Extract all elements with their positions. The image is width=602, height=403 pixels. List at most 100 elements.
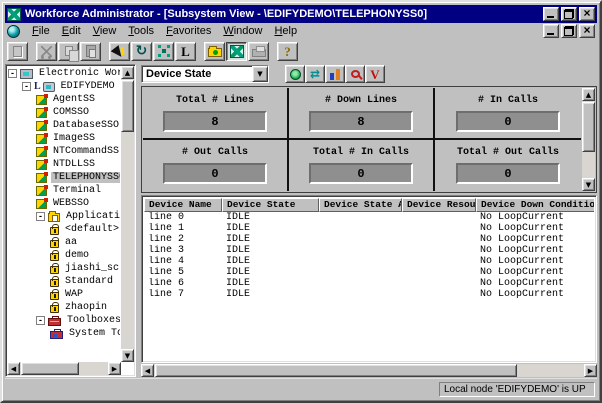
minimize-button[interactable]	[543, 7, 559, 21]
view-selector-combobox[interactable]: Device State ▼	[141, 65, 269, 83]
table-row[interactable]: line 0 IDLE No LoopCurrent	[144, 212, 594, 223]
scroll-thumb[interactable]	[121, 80, 134, 132]
copy-button[interactable]	[58, 42, 79, 61]
expander-icon[interactable]: -	[36, 316, 45, 325]
stats-vertical-scrollbar[interactable]: ▲ ▼	[582, 88, 595, 191]
main-area: - Electronic Workfor - L EDIFYDEMO Agent…	[5, 63, 597, 377]
table-row[interactable]: line 5 IDLE No LoopCurrent	[144, 267, 594, 278]
stat-value: 8	[309, 111, 413, 132]
select-mode-button[interactable]	[109, 42, 130, 61]
subsystem-view-panel: Device State ▼ V Total # Lines 8	[141, 64, 597, 377]
cut-button[interactable]	[36, 42, 57, 61]
tree-item-application[interactable]: - Application	[8, 210, 120, 223]
scroll-thumb[interactable]	[21, 362, 79, 375]
tree-vertical-scrollbar[interactable]: ▲ ▼	[121, 66, 134, 362]
subsystem-icon	[36, 147, 47, 157]
tree-item-app[interactable]: demo	[8, 249, 120, 262]
tree-item-subsystem[interactable]: NTDLLSS	[8, 158, 120, 171]
tree-item-subsystem[interactable]: WEBSSO	[8, 197, 120, 210]
table-row[interactable]: line 2 IDLE No LoopCurrent	[144, 234, 594, 245]
scroll-right-arrow[interactable]: ▶	[584, 364, 597, 377]
menu-window[interactable]: Window	[217, 24, 268, 38]
help-button[interactable]: ?	[277, 42, 298, 61]
tree-item-subsystem[interactable]: NTCommandSS	[8, 145, 120, 158]
stat-value: 0	[309, 163, 413, 184]
expander-icon[interactable]: -	[8, 69, 17, 78]
print-button[interactable]	[248, 42, 269, 61]
scroll-down-arrow[interactable]: ▼	[582, 178, 595, 191]
child-window-icon[interactable]	[7, 25, 20, 38]
header-device-state[interactable]: Device State	[222, 198, 319, 212]
paste-button[interactable]	[80, 42, 101, 61]
tree-item-subsystem[interactable]: COMSSO	[8, 106, 120, 119]
child-minimize-button[interactable]	[543, 24, 559, 38]
header-device-name[interactable]: Device Name	[144, 198, 222, 212]
close-button[interactable]	[579, 7, 595, 21]
tree-item-node[interactable]: - L EDIFYDEMO	[8, 80, 120, 93]
title-bar: Workforce Administrator - [Subsystem Vie…	[5, 5, 597, 23]
tree-item-root[interactable]: - Electronic Workfor	[8, 67, 120, 80]
restore-button[interactable]	[561, 7, 577, 21]
menu-edit[interactable]: Edit	[56, 24, 87, 38]
tree-item-toolboxes[interactable]: - Toolboxes	[8, 314, 120, 327]
menu-help[interactable]: Help	[268, 24, 303, 38]
chevron-down-icon[interactable]: ▼	[252, 66, 268, 82]
menu-favorites[interactable]: Favorites	[160, 24, 217, 38]
expander-icon[interactable]: -	[36, 212, 45, 221]
scroll-thumb[interactable]	[582, 102, 595, 152]
expand-view-button[interactable]	[153, 42, 174, 61]
chart-button[interactable]	[325, 65, 345, 83]
network-status-button[interactable]	[285, 65, 305, 83]
tree-horizontal-scrollbar[interactable]: ◀ ▶	[7, 362, 121, 375]
subsystem-view-button[interactable]	[226, 42, 247, 61]
table-row[interactable]: line 7 IDLE No LoopCurrent	[144, 289, 594, 300]
scroll-down-arrow[interactable]: ▼	[121, 349, 134, 362]
header-device-resource[interactable]: Device Resou...	[402, 198, 476, 212]
subsystem-icon	[36, 134, 47, 144]
menu-file[interactable]: File	[26, 24, 56, 38]
monitor-tool-button[interactable]	[345, 65, 365, 83]
tree-item-app[interactable]: Standard	[8, 275, 120, 288]
tree-item-app[interactable]: zhaopin	[8, 301, 120, 314]
tree-item-app[interactable]: aa	[8, 236, 120, 249]
tree-item-system-toolbox[interactable]: System To	[8, 327, 120, 340]
table-row[interactable]: line 1 IDLE No LoopCurrent	[144, 223, 594, 234]
menu-view[interactable]: View	[87, 24, 123, 38]
open-folder-button[interactable]	[204, 42, 225, 61]
table-row[interactable]: line 3 IDLE No LoopCurrent	[144, 245, 594, 256]
refresh-button[interactable]	[131, 42, 152, 61]
header-device-state-attr[interactable]: Device State A...	[319, 198, 402, 212]
child-close-button[interactable]	[579, 24, 595, 38]
sync-arrows-icon	[310, 65, 320, 83]
main-toolbar: L ?	[5, 39, 597, 63]
folder-icon	[208, 48, 222, 57]
scroll-left-arrow[interactable]: ◀	[141, 364, 154, 377]
header-device-down-condition[interactable]: Device Down Condition	[476, 198, 594, 212]
table-horizontal-scrollbar[interactable]: ◀ ▶	[141, 364, 597, 377]
scroll-thumb[interactable]	[155, 364, 517, 377]
device-table: Device Name Device State Device State A.…	[144, 198, 594, 360]
scroll-up-arrow[interactable]: ▲	[121, 66, 134, 79]
scroll-up-arrow[interactable]: ▲	[582, 88, 595, 101]
scroll-left-arrow[interactable]: ◀	[7, 362, 20, 375]
tree-item-subsystem[interactable]: Terminal	[8, 184, 120, 197]
validate-button[interactable]: V	[365, 65, 385, 83]
tree-item-app[interactable]: WAP	[8, 288, 120, 301]
tree-item-subsystem[interactable]: ImageSS	[8, 132, 120, 145]
tree-item-app[interactable]: jiashi_sc	[8, 262, 120, 275]
table-row[interactable]: line 6 IDLE No LoopCurrent	[144, 278, 594, 289]
scroll-right-arrow[interactable]: ▶	[108, 362, 121, 375]
child-restore-button[interactable]	[561, 24, 577, 38]
log-button[interactable]: L	[175, 42, 196, 61]
sync-button[interactable]	[305, 65, 325, 83]
tree-item-subsystem-selected[interactable]: TELEPHONYSS0	[8, 171, 120, 184]
table-row[interactable]: line 4 IDLE No LoopCurrent	[144, 256, 594, 267]
new-button[interactable]	[7, 42, 28, 61]
lock-icon	[50, 279, 59, 287]
menu-tools[interactable]: Tools	[122, 24, 160, 38]
expander-icon[interactable]: -	[22, 82, 31, 91]
tree-item-subsystem[interactable]: AgentSS	[8, 93, 120, 106]
app-logo-icon	[7, 8, 21, 21]
tree-item-app[interactable]: <default>	[8, 223, 120, 236]
tree-item-subsystem[interactable]: DatabaseSSO	[8, 119, 120, 132]
